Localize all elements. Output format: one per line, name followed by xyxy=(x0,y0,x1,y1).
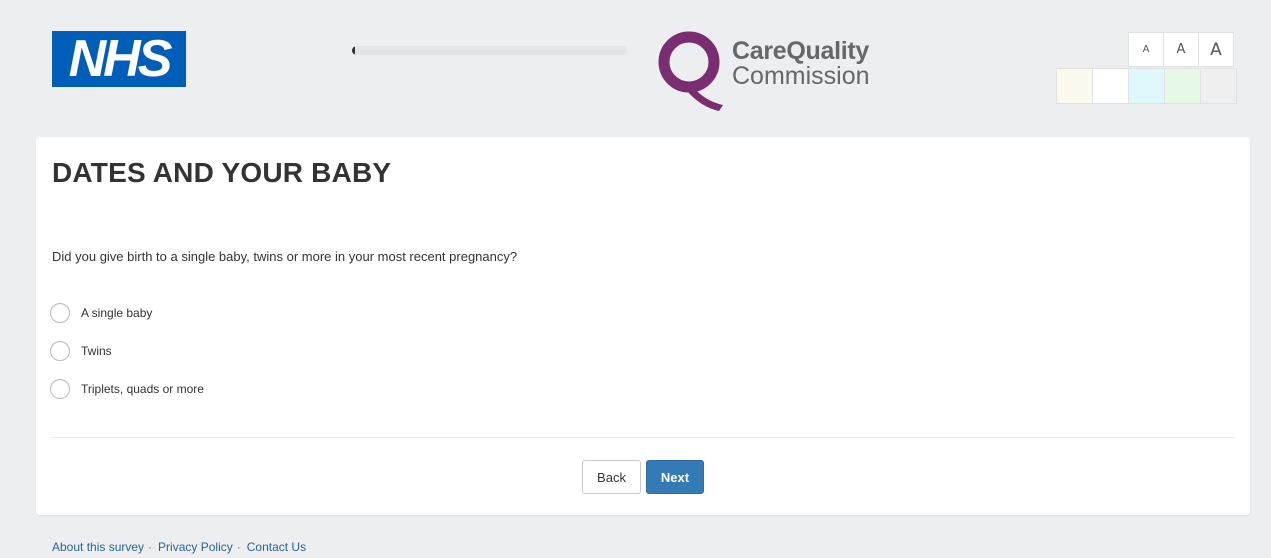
cqc-logo-line1: CareQuality xyxy=(732,37,870,65)
footer-separator: · xyxy=(236,540,241,554)
theme-cream-button[interactable] xyxy=(1056,68,1093,104)
footer: About this survey · Privacy Policy · Con… xyxy=(52,540,306,554)
header: NHS CareQuality Commission A A A xyxy=(0,0,1271,130)
divider xyxy=(52,437,1235,438)
privacy-policy-link[interactable]: Privacy Policy xyxy=(158,540,233,554)
cqc-q-mark-icon xyxy=(658,31,723,111)
option-label: Triplets, quads or more xyxy=(81,382,204,396)
radio-button[interactable] xyxy=(50,341,70,361)
text-size-medium-button[interactable]: A xyxy=(1163,32,1199,67)
text-size-large-button[interactable]: A xyxy=(1198,32,1234,67)
option-single-baby[interactable]: A single baby xyxy=(50,302,204,324)
survey-page: NHS CareQuality Commission A A A DATES A… xyxy=(0,0,1271,558)
cqc-logo-text: CareQuality Commission xyxy=(732,39,870,89)
progress-bar-fill xyxy=(352,46,355,55)
answer-options: A single baby Twins Triplets, quads or m… xyxy=(50,302,204,416)
nhs-logo: NHS xyxy=(52,31,186,87)
option-label: A single baby xyxy=(81,306,153,320)
theme-green-button[interactable] xyxy=(1164,68,1201,104)
theme-blue-button[interactable] xyxy=(1128,68,1165,104)
footer-separator: · xyxy=(148,540,153,554)
cqc-logo: CareQuality Commission xyxy=(657,25,897,111)
progress-bar xyxy=(352,46,627,55)
radio-button[interactable] xyxy=(50,303,70,323)
next-button[interactable]: Next xyxy=(646,460,704,494)
theme-white-button[interactable] xyxy=(1092,68,1129,104)
nhs-logo-text: NHS xyxy=(68,30,173,88)
text-size-small-button[interactable]: A xyxy=(1128,32,1164,67)
cqc-logo-line2: Commission xyxy=(732,62,870,90)
back-button[interactable]: Back xyxy=(582,460,641,494)
option-twins[interactable]: Twins xyxy=(50,340,204,362)
radio-button[interactable] xyxy=(50,379,70,399)
theme-grey-button[interactable] xyxy=(1200,68,1237,104)
contact-us-link[interactable]: Contact Us xyxy=(247,540,306,554)
option-triplets-or-more[interactable]: Triplets, quads or more xyxy=(50,378,204,400)
text-size-controls: A A A xyxy=(1128,32,1234,67)
question-card: DATES AND YOUR BABY Did you give birth t… xyxy=(36,137,1250,515)
about-survey-link[interactable]: About this survey xyxy=(52,540,144,554)
option-label: Twins xyxy=(81,344,112,358)
question-text: Did you give birth to a single baby, twi… xyxy=(52,249,518,264)
page-title: DATES AND YOUR BABY xyxy=(52,157,392,188)
color-theme-controls xyxy=(1056,68,1237,104)
